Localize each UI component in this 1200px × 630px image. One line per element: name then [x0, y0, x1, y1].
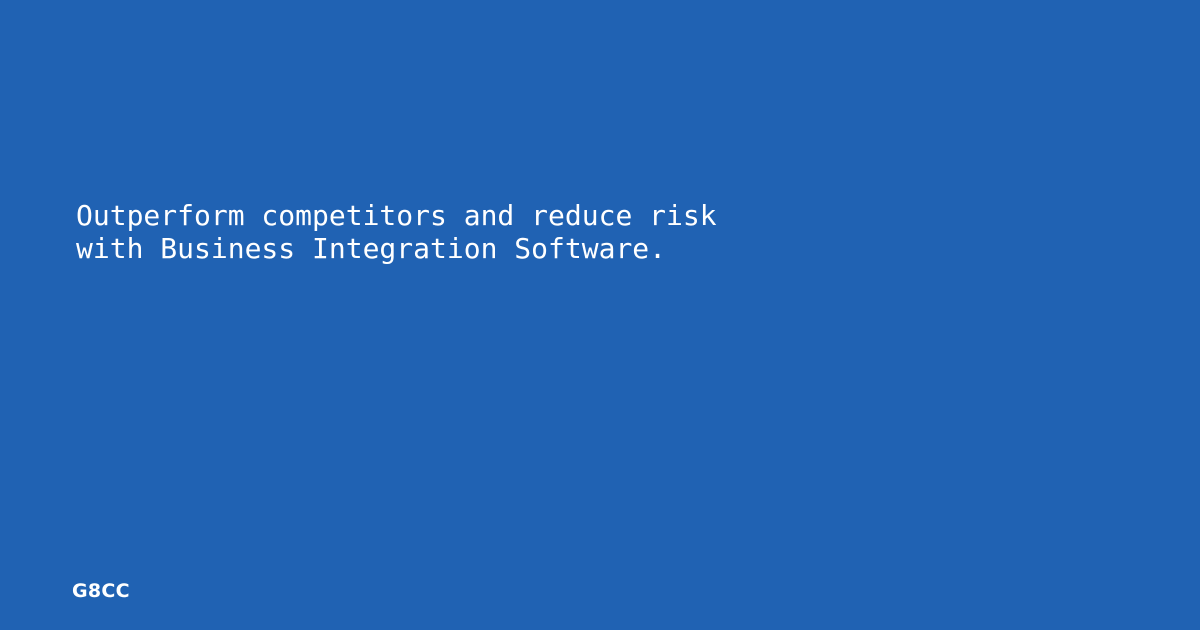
headline: Outperform competitors and reduce risk w… — [76, 199, 1076, 265]
headline-line-1: Outperform competitors and reduce risk — [76, 199, 717, 232]
brand-name: G8CC — [72, 580, 130, 602]
headline-line-2: with Business Integration Software. — [76, 232, 667, 265]
social-card: Outperform competitors and reduce risk w… — [0, 0, 1200, 630]
